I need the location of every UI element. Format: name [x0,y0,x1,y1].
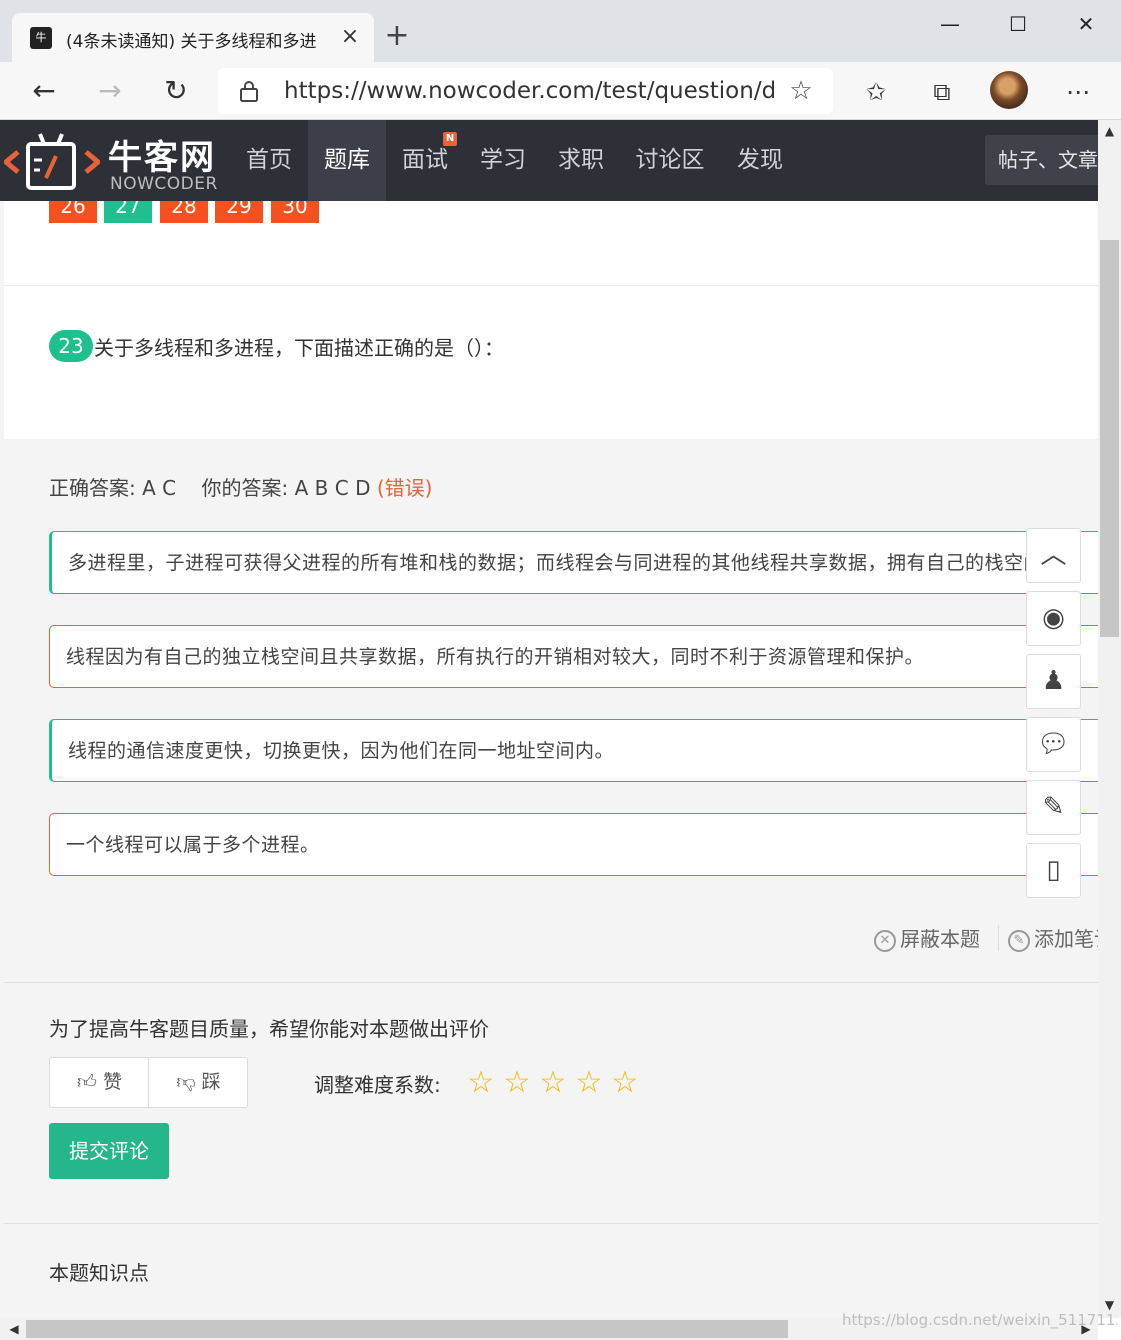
window-close-icon[interactable]: ✕ [1064,8,1108,40]
question-card [4,201,1098,439]
option-text: 线程的通信速度更快，切换更快，因为他们在同一地址空间内。 [68,740,615,762]
block-question-button[interactable]: ✕ 屏蔽本题 [874,923,980,952]
question-number-badge: 23 [49,330,93,362]
nav-question-bank[interactable]: 题库 [308,120,386,201]
favorite-star-icon[interactable]: ☆ [786,76,816,106]
nav-home[interactable]: 首页 [232,120,306,201]
option-a[interactable]: 多进程里，子进程可获得父进程的所有堆和栈的数据；而线程会与同进程的其他线程共享数… [49,531,1098,594]
nav-discover[interactable]: 发现 [722,120,798,201]
wechat-icon: 💬︎ [1036,729,1070,759]
share-qq-button[interactable]: ♟ [1026,654,1081,709]
collections-icon[interactable]: ⧉ [922,72,962,112]
close-circle-icon: ✕ [874,930,896,952]
vertical-scrollbar-thumb[interactable] [1100,240,1119,637]
nav-jobs[interactable]: 求职 [544,120,618,201]
url-text[interactable]: https://www.nowcoder.com/test/question/d… [284,78,774,104]
dislike-button[interactable]: 👎︎ 踩 [149,1058,248,1107]
tab-title: (4条未读通知) 关于多线程和多进 [66,32,317,49]
option-c[interactable]: 线程的通信速度更快，切换更快，因为他们在同一地址空间内。 [49,719,1098,782]
star-icon[interactable]: ☆ [537,1067,569,1099]
knowledge-points-title: 本题知识点 [49,1261,149,1285]
minimize-icon[interactable]: — [928,8,972,40]
chevron-up-icon: ︿ [1040,540,1067,570]
phone-icon: ▯ [1046,855,1061,885]
new-tab-plus-icon[interactable]: + [382,21,412,52]
browser-toolbar: ← → ↻ https://www.nowcoder.com/test/ques… [0,62,1121,120]
like-button[interactable]: 👍︎ 赞 [50,1058,149,1107]
question-nav-chip[interactable]: 26 [49,201,97,223]
submit-review-button[interactable]: 提交评论 [49,1123,169,1179]
favorites-list-icon[interactable]: ✩ [856,72,896,112]
pencil-icon: ✎ [1042,792,1065,822]
header-search-input[interactable]: 帖子、文章 [985,135,1098,185]
thumbs-down-icon: 👎︎ [176,1071,196,1093]
address-bar[interactable]: https://www.nowcoder.com/test/question/d… [218,68,833,114]
nowcoder-logo-icon[interactable] [4,130,100,194]
logo-text: 牛客网 [108,138,216,178]
mobile-view-button[interactable]: ▯ [1026,843,1081,898]
nav-learn[interactable]: 学习 [466,120,540,201]
maximize-icon[interactable]: ☐ [996,8,1040,40]
share-weibo-button[interactable]: ◉ [1026,591,1081,646]
nav-new-badge: N [443,132,457,146]
horizontal-scrollbar-thumb[interactable] [26,1320,788,1338]
your-answer: 你的答案: A B C D [201,476,371,500]
nav-discuss[interactable]: 讨论区 [622,120,718,201]
back-to-top-button[interactable]: ︿ [1026,528,1081,583]
option-b[interactable]: 线程因为有自己的独立栈空间且共享数据，所有执行的开销相对较大，同时不利于资源管理… [49,625,1098,688]
option-text: 多进程里，子进程可获得父进程的所有堆和栈的数据；而线程会与同进程的其他线程共享数… [68,552,1063,574]
vote-group: 👍︎ 赞 👎︎ 踩 [49,1057,248,1108]
star-icon[interactable]: ☆ [465,1067,497,1099]
browser-tab[interactable]: 牛 (4条未读通知) 关于多线程和多进 × [12,13,374,63]
page-content: 26 27 28 29 30 23 关于多线程和多进程，下面描述正确的是（）： … [0,201,1098,1318]
notebook-icon: ✎ [1008,930,1030,952]
divider [4,285,1098,286]
divider [998,925,999,951]
thumbs-up-icon: 👍︎ [77,1071,97,1093]
more-icon[interactable]: ⋯ [1058,72,1098,112]
profile-avatar[interactable] [990,71,1028,109]
block-question-label: 屏蔽本题 [900,927,980,951]
refresh-icon[interactable]: ↻ [156,72,196,112]
scroll-up-arrow-icon[interactable]: ▲ [1098,120,1121,142]
browser-tab-bar: 牛 (4条未读通知) 关于多线程和多进 × + — ☐ ✕ [0,0,1121,63]
question-nav-chip[interactable]: 30 [271,201,319,223]
weibo-icon: ◉ [1042,603,1065,633]
logo-subtitle: NOWCODER [110,174,218,194]
divider [4,982,1098,983]
star-icon[interactable]: ☆ [609,1067,641,1099]
tab-close-icon[interactable]: × [338,25,362,49]
add-note-label: 添加笔记 [1034,927,1098,951]
difficulty-label: 调整难度系数: [314,1073,441,1097]
qq-penguin-icon: ♟ [1041,666,1066,696]
rating-prompt: 为了提高牛客题目质量，希望你能对本题做出评价 [49,1017,489,1041]
option-text: 一个线程可以属于多个进程。 [66,834,320,856]
question-text: 关于多线程和多进程，下面描述正确的是（）： [94,336,504,360]
star-icon[interactable]: ☆ [501,1067,533,1099]
question-nav-chip[interactable]: 27 [104,201,152,223]
share-wechat-button[interactable]: 💬︎ [1026,717,1081,772]
answer-summary: 正确答案: A C 你的答案: A B C D (错误) [49,472,432,500]
correct-answer: 正确答案: A C [49,476,177,500]
question-nav-chip[interactable]: 29 [215,201,263,223]
back-icon[interactable]: ← [24,72,64,112]
option-text: 线程因为有自己的独立栈空间且共享数据，所有执行的开销相对较大，同时不利于资源管理… [66,646,925,668]
watermark-text: https://blog.csdn.net/weixin_51171129 [842,1311,1117,1329]
add-note-button[interactable]: ✎添加笔记 [1008,923,1098,952]
option-d[interactable]: 一个线程可以属于多个进程。 [49,813,1098,876]
divider [4,1223,1098,1224]
dislike-label: 踩 [201,1071,221,1093]
forward-icon[interactable]: → [90,72,130,112]
scroll-left-arrow-icon[interactable]: ◀ [4,1318,24,1340]
question-nav-chip[interactable]: 28 [160,201,208,223]
lock-icon [240,81,258,102]
site-favicon-icon: 牛 [30,27,52,49]
edit-note-button[interactable]: ✎ [1026,780,1081,835]
star-icon[interactable]: ☆ [573,1067,605,1099]
answer-status: (错误) [376,476,433,500]
like-label: 赞 [102,1071,122,1093]
site-header: 牛客网 NOWCODER 首页 题库 面试 学习 求职 讨论区 发现 帖子、文章 [0,120,1098,201]
